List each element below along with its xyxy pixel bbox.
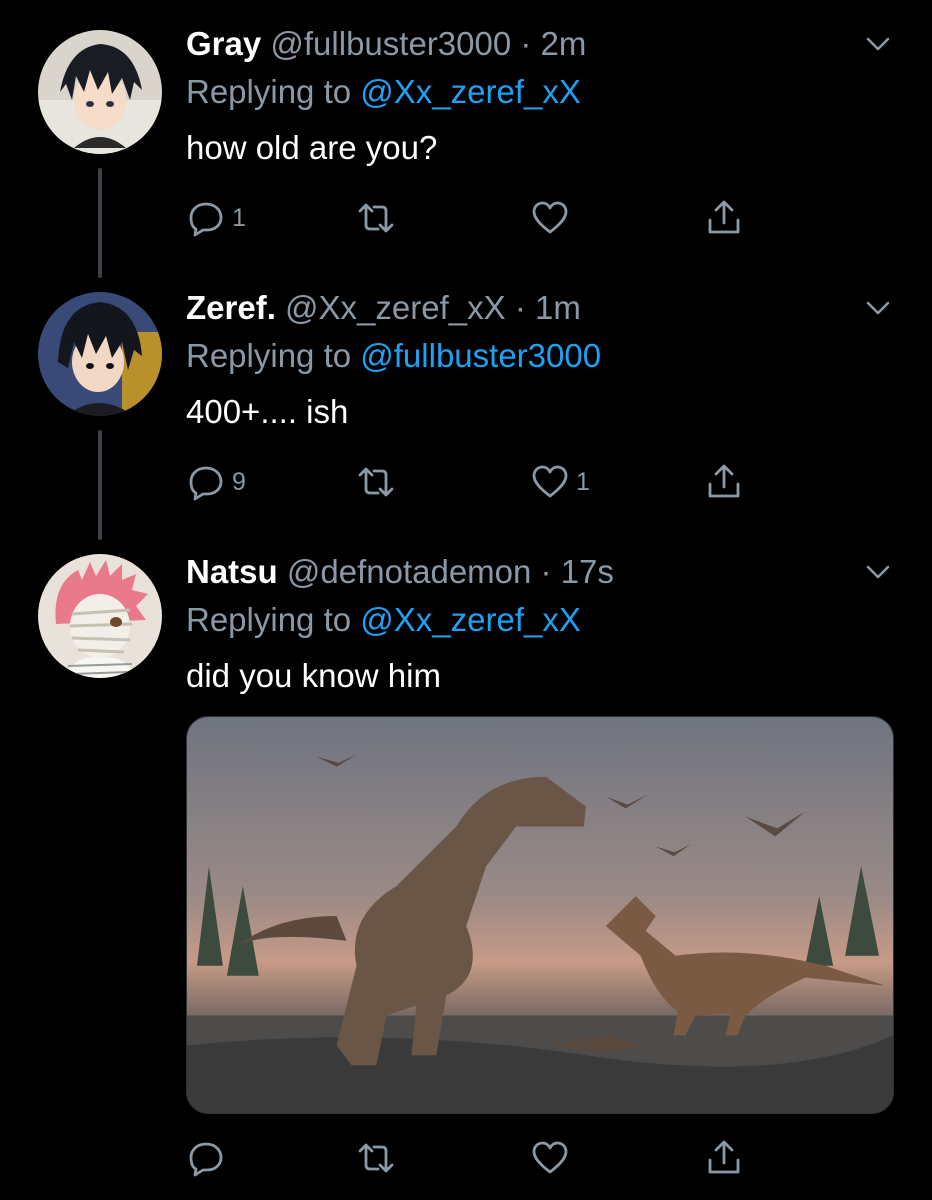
tweet-header: Zeref. @Xx_zeref_xX · 1m <box>186 288 894 328</box>
avatar[interactable] <box>38 292 162 416</box>
tweet-zeref[interactable]: Zeref. @Xx_zeref_xX · 1m Replying to @fu… <box>0 288 932 550</box>
like-button[interactable] <box>530 1136 570 1180</box>
tweet-header: Gray @fullbuster3000 · 2m <box>186 24 894 64</box>
retweet-icon <box>358 1143 394 1173</box>
chevron-down-icon[interactable] <box>862 556 894 588</box>
timestamp[interactable]: · 1m <box>515 289 581 326</box>
tweet-text: how old are you? <box>186 129 438 166</box>
chevron-down-icon[interactable] <box>862 28 894 60</box>
tweet-gray[interactable]: Gray @fullbuster3000 · 2m Replying to @X… <box>0 0 932 290</box>
reply-button[interactable]: 1 <box>186 196 246 240</box>
display-name[interactable]: Gray <box>186 25 261 62</box>
share-button[interactable] <box>704 196 744 240</box>
replying-to: Replying to @Xx_zeref_xX <box>186 73 581 110</box>
tweet-actions: 1 <box>186 196 746 240</box>
tweet-header: Natsu @defnotademon · 17s <box>186 552 894 592</box>
thread-line <box>98 430 102 540</box>
tweet-actions: 9 1 <box>186 460 746 504</box>
like-icon <box>532 1141 568 1174</box>
like-icon <box>532 201 568 234</box>
share-icon <box>708 1140 740 1174</box>
thread-line <box>98 168 102 278</box>
tweet-text: did you know him <box>186 657 441 694</box>
like-button[interactable] <box>530 196 570 240</box>
like-button[interactable]: 1 <box>530 460 590 504</box>
reply-count: 9 <box>232 467 246 496</box>
replying-to: Replying to @Xx_zeref_xX <box>186 601 581 638</box>
reply-icon <box>189 1142 223 1177</box>
retweet-button[interactable] <box>356 1136 396 1180</box>
tweet-media-image[interactable] <box>186 716 894 1114</box>
retweet-button[interactable] <box>356 196 396 240</box>
share-icon <box>708 200 740 234</box>
timestamp[interactable]: · 17s <box>541 553 614 590</box>
reply-button[interactable]: 9 <box>186 460 246 504</box>
mention-link[interactable]: @Xx_zeref_xX <box>360 73 581 110</box>
retweet-button[interactable] <box>356 460 396 504</box>
retweet-icon <box>358 203 394 233</box>
tweet-natsu[interactable]: Natsu @defnotademon · 17s Replying to @X… <box>0 550 932 1200</box>
mention-link[interactable]: @Xx_zeref_xX <box>360 601 581 638</box>
avatar-gray-icon <box>38 30 162 154</box>
like-icon <box>532 465 568 498</box>
mention-link[interactable]: @fullbuster3000 <box>360 337 601 374</box>
reply-icon <box>189 202 223 237</box>
avatar[interactable] <box>38 30 162 154</box>
tweet-text: 400+.... ish <box>186 393 349 430</box>
display-name[interactable]: Zeref. <box>186 289 276 326</box>
tweet-actions <box>186 1136 746 1180</box>
handle[interactable]: @defnotademon <box>287 553 532 590</box>
handle[interactable]: @fullbuster3000 <box>270 25 511 62</box>
reply-count: 1 <box>232 203 246 232</box>
avatar-natsu-icon <box>38 554 162 678</box>
like-count: 1 <box>576 467 590 496</box>
avatar[interactable] <box>38 554 162 678</box>
chevron-down-icon[interactable] <box>862 292 894 324</box>
dinosaur-illustration <box>187 717 893 1113</box>
handle[interactable]: @Xx_zeref_xX <box>285 289 506 326</box>
display-name[interactable]: Natsu <box>186 553 278 590</box>
reply-button[interactable] <box>186 1136 226 1180</box>
replying-to: Replying to @fullbuster3000 <box>186 337 602 374</box>
share-button[interactable] <box>704 460 744 504</box>
retweet-icon <box>358 467 394 497</box>
avatar-zeref-icon <box>38 292 162 416</box>
timestamp[interactable]: · 2m <box>520 25 586 62</box>
reply-icon <box>189 466 223 501</box>
share-button[interactable] <box>704 1136 744 1180</box>
share-icon <box>708 464 740 498</box>
